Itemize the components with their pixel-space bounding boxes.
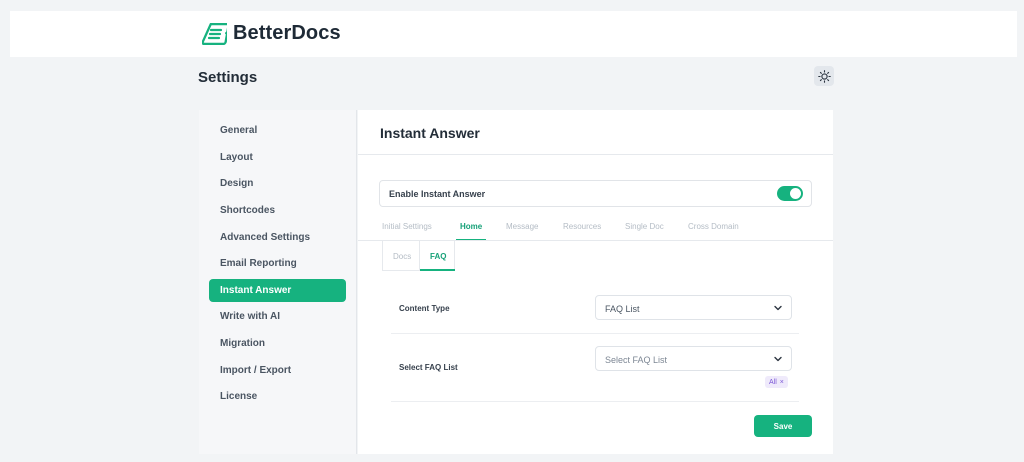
tab-initial-settings[interactable]: Initial Settings xyxy=(382,222,432,231)
subtabs: Docs FAQ xyxy=(382,241,455,271)
sidebar-item-email-reporting[interactable]: Email Reporting xyxy=(209,252,346,275)
tab-resources[interactable]: Resources xyxy=(563,222,601,231)
subtab-faq[interactable]: FAQ xyxy=(430,252,446,261)
content-type-label: Content Type xyxy=(399,304,450,313)
toggle-knob xyxy=(790,188,801,199)
sidebar-item-general[interactable]: General xyxy=(209,119,346,142)
select-faq-list-label: Select FAQ List xyxy=(399,363,458,372)
tab-cross-domain[interactable]: Cross Domain xyxy=(688,222,739,231)
tab-home[interactable]: Home xyxy=(460,222,482,231)
panel-divider xyxy=(358,154,833,155)
sidebar-item-migration[interactable]: Migration xyxy=(209,332,346,355)
select-faq-list-dropdown[interactable]: Select FAQ List xyxy=(595,346,792,371)
select-faq-list-placeholder: Select FAQ List xyxy=(605,355,668,365)
row-divider xyxy=(391,333,799,334)
chevron-down-icon xyxy=(774,305,782,311)
active-subtab-indicator xyxy=(420,269,455,271)
enable-instant-answer-toggle[interactable] xyxy=(777,186,803,201)
subtab-separator xyxy=(419,241,420,270)
chevron-down-icon xyxy=(774,356,782,362)
sun-icon xyxy=(817,69,831,83)
sidebar-item-import-export[interactable]: Import / Export xyxy=(209,359,346,382)
content-type-select[interactable]: FAQ List xyxy=(595,295,792,320)
save-button[interactable]: Save xyxy=(754,415,812,437)
sidebar-item-instant-answer[interactable]: Instant Answer xyxy=(209,279,346,302)
page-title: Settings xyxy=(198,69,258,86)
settings-sidebar: General Layout Design Shortcodes Advance… xyxy=(199,110,357,454)
betterdocs-logo-icon xyxy=(202,22,227,45)
brand-name: BetterDocs xyxy=(233,22,341,44)
sidebar-item-write-with-ai[interactable]: Write with AI xyxy=(209,305,346,328)
chip-remove-icon[interactable]: × xyxy=(780,379,784,386)
faq-tag-chip: All × xyxy=(765,376,788,388)
sidebar-item-license[interactable]: License xyxy=(209,385,346,408)
enable-instant-answer-row: Enable Instant Answer xyxy=(379,180,812,207)
top-bar xyxy=(10,11,1017,57)
content-type-value: FAQ List xyxy=(605,304,640,314)
row-divider xyxy=(391,401,799,402)
enable-instant-answer-label: Enable Instant Answer xyxy=(389,189,486,199)
brand-logo[interactable]: BetterDocs xyxy=(202,22,341,45)
chip-label: All xyxy=(769,378,777,386)
sidebar-item-design[interactable]: Design xyxy=(209,172,346,195)
tab-message[interactable]: Message xyxy=(506,222,538,231)
settings-panel: Instant Answer Enable Instant Answer Ini… xyxy=(358,110,833,454)
sidebar-item-shortcodes[interactable]: Shortcodes xyxy=(209,199,346,222)
sidebar-item-layout[interactable]: Layout xyxy=(209,146,346,169)
panel-title: Instant Answer xyxy=(380,125,480,141)
sidebar-item-advanced-settings[interactable]: Advanced Settings xyxy=(209,226,346,249)
theme-toggle-button[interactable] xyxy=(814,66,834,86)
tab-single-doc[interactable]: Single Doc xyxy=(625,222,664,231)
subtab-docs[interactable]: Docs xyxy=(393,252,411,261)
